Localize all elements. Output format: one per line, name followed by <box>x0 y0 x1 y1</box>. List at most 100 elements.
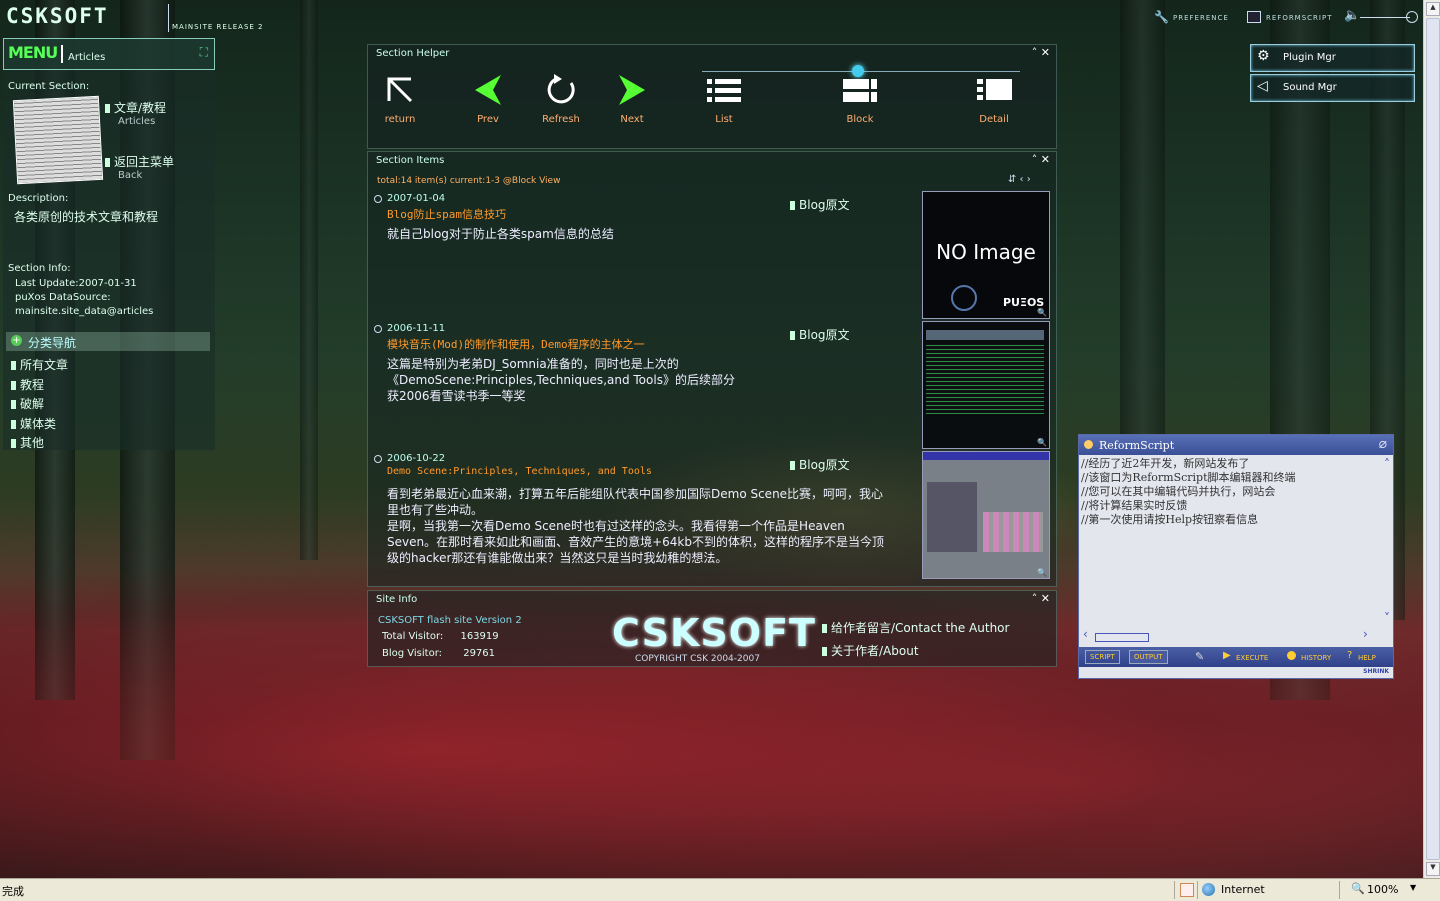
link-back[interactable]: 返回主菜单 Back <box>105 153 174 181</box>
help-icon: ? <box>1347 650 1353 661</box>
gear-icon: ⚙ <box>1257 48 1270 64</box>
history-button[interactable]: HISTORY <box>1301 654 1331 662</box>
speaker-icon[interactable]: 🔈 <box>1344 8 1360 23</box>
block-view-button[interactable]: Block <box>838 73 882 125</box>
category-header[interactable]: + 分类导航 <box>6 332 210 351</box>
zoom-level[interactable]: 100% <box>1367 883 1398 896</box>
datasource-value: mainsite.site_data@articles <box>15 306 154 317</box>
help-button[interactable]: HELP <box>1358 654 1376 662</box>
category-item[interactable]: 其他 <box>11 434 68 454</box>
copyright: COPYRIGHT CSK 2004-2007 <box>635 654 760 664</box>
zoom-icon[interactable]: 🔍 <box>1351 882 1365 895</box>
script-editor[interactable]: //经历了近2年开发，新网站发布了 //该窗口为ReformScript脚本编辑… <box>1081 457 1373 632</box>
screenshot-titlebar <box>923 452 1049 460</box>
window-scrollbar[interactable]: ▲ ▼ <box>1423 0 1440 878</box>
zoom-icon[interactable]: 🔍 <box>1037 568 1047 577</box>
site-logo[interactable]: CSKSOFT <box>6 4 109 28</box>
list-icon <box>707 79 741 102</box>
item-thumbnail-noimage[interactable]: NO Image PUΞOS 🔍 <box>922 191 1050 319</box>
panel-controls[interactable]: ˄ ✕ <box>1032 153 1050 166</box>
menu-label[interactable]: MENU <box>8 43 58 62</box>
script-tab[interactable]: SCRIPT <box>1085 650 1120 664</box>
category-item[interactable]: 教程 <box>11 376 68 396</box>
item-body-line: 里也有了些冲动。 <box>387 503 484 517</box>
zoom-icon[interactable]: 🔍 <box>1037 438 1047 447</box>
item-body-line: 获2006看雪读书季一等奖 <box>387 389 526 403</box>
reformscript-titlebar[interactable]: ReformScript ⌀ <box>1079 435 1393 455</box>
current-section-label: Current Section: <box>8 81 90 92</box>
plus-icon: + <box>11 335 22 346</box>
item-title[interactable]: 模块音乐(Mod)的制作和使用，Demo程序的主体之一 <box>387 336 645 352</box>
close-icon[interactable]: ⌀ <box>1379 436 1387 452</box>
volume-slider[interactable] <box>1360 17 1410 18</box>
preference-link[interactable]: PREFERENCE <box>1173 14 1229 22</box>
scroll-up-icon[interactable]: ˄ <box>1384 457 1390 471</box>
prev-arrow-icon <box>475 75 501 105</box>
item-title[interactable]: Demo Scene:Principles, Techniques, and T… <box>387 466 652 477</box>
shrink-button[interactable]: SHRINK <box>1363 668 1389 675</box>
scroll-up-arrow[interactable]: ▲ <box>1426 2 1440 16</box>
prev-button[interactable]: Prev <box>468 73 508 125</box>
scroll-down-arrow[interactable]: ▼ <box>1426 862 1440 876</box>
category-item[interactable]: 破解 <box>11 395 68 415</box>
section-items-panel: Section Items ˄ ✕ total:14 item(s) curre… <box>367 151 1057 587</box>
screenshot-pane <box>927 482 977 552</box>
footer-logo: CSKSOFT <box>612 611 816 655</box>
link-articles[interactable]: 文章/教程 Articles <box>105 99 166 127</box>
script-line: //将计算结果实时反馈 <box>1081 499 1188 512</box>
next-button-label: Next <box>620 114 644 125</box>
items-paging-controls[interactable]: ⇵ ‹ › <box>1008 174 1031 185</box>
sound-icon: ◁ <box>1257 78 1268 94</box>
item-tag[interactable]: Blog原文 <box>790 326 850 343</box>
eraser-icon[interactable]: ✎ <box>1195 650 1204 663</box>
next-button[interactable]: Next <box>612 73 652 125</box>
scroll-thumb[interactable] <box>1426 18 1440 860</box>
scroll-down-icon[interactable]: ˅ <box>1384 611 1390 625</box>
item-thumbnail-screenshot[interactable]: 🔍 <box>922 321 1050 449</box>
menu-bar[interactable]: MENU Articles ⛶ <box>3 38 215 70</box>
screenshot-header <box>926 330 1044 340</box>
sound-mgr-label: Sound Mgr <box>1283 82 1337 93</box>
description-text: 各类原创的技术文章和教程 <box>14 210 159 224</box>
panel-controls[interactable]: ˄ ✕ <box>1032 592 1050 605</box>
horizontal-scroll-thumb[interactable] <box>1095 633 1149 642</box>
wrench-icon[interactable]: 🔧 <box>1154 10 1169 24</box>
items-status: total:14 item(s) current:1-3 @Block View <box>377 176 561 186</box>
zoom-dropdown-icon[interactable]: ▼ <box>1410 883 1416 892</box>
item-body-line: 级的hacker那还有谁能做出来？当然这只是当时我幼稚的想法。 <box>387 551 728 565</box>
item-thumbnail-screenshot[interactable]: 🔍 <box>922 451 1050 579</box>
contact-link[interactable]: 给作者留言/Contact the Author <box>822 619 1009 636</box>
total-visitor-count: 163919 <box>460 631 499 642</box>
sound-mgr-button[interactable]: ◁ Sound Mgr <box>1250 74 1415 102</box>
volume-knob[interactable] <box>1406 11 1418 23</box>
list-view-button[interactable]: List <box>702 73 746 125</box>
about-link[interactable]: 关于作者/About <box>822 642 919 659</box>
site-version: CSKSOFT flash site Version 2 <box>378 615 522 626</box>
item-tag[interactable]: Blog原文 <box>790 456 850 473</box>
output-tab[interactable]: OUTPUT <box>1129 650 1168 664</box>
category-item[interactable]: 所有文章 <box>11 356 68 376</box>
category-item[interactable]: 媒体类 <box>11 415 68 435</box>
refresh-button[interactable]: Refresh <box>538 73 584 125</box>
expand-icon[interactable]: ⛶ <box>200 45 208 60</box>
execute-button[interactable]: EXECUTE <box>1236 654 1268 662</box>
scroll-left-icon[interactable]: ‹ <box>1083 627 1088 641</box>
reformscript-link[interactable]: REFORMSCRIPT <box>1266 14 1332 22</box>
link-articles-sub: Articles <box>118 116 156 127</box>
pin-icon <box>105 158 110 167</box>
item-body: 这篇是特别为老弟DJ_Somnia准备的，同时也是上次的 《DemoScene:… <box>387 356 917 404</box>
item-tag[interactable]: Blog原文 <box>790 196 850 213</box>
popup-blocked-icon[interactable] <box>1180 883 1194 897</box>
zoom-icon[interactable]: 🔍 <box>1037 308 1047 317</box>
return-button[interactable]: return <box>380 73 420 125</box>
plugin-mgr-button[interactable]: ⚙ Plugin Mgr <box>1250 44 1415 72</box>
list-view-label: List <box>715 114 733 125</box>
item-title[interactable]: Blog防止spam信息技巧 <box>387 206 506 222</box>
scroll-right-icon[interactable]: › <box>1363 627 1368 641</box>
detail-view-button[interactable]: Detail <box>972 73 1016 125</box>
terminal-icon[interactable] <box>1247 11 1261 23</box>
script-line: //该窗口为ReformScript脚本编辑器和终端 <box>1081 471 1296 484</box>
script-line: //经历了近2年开发，新网站发布了 <box>1081 457 1250 470</box>
next-arrow-icon <box>619 75 645 105</box>
panel-controls[interactable]: ˄ ✕ <box>1032 46 1050 59</box>
